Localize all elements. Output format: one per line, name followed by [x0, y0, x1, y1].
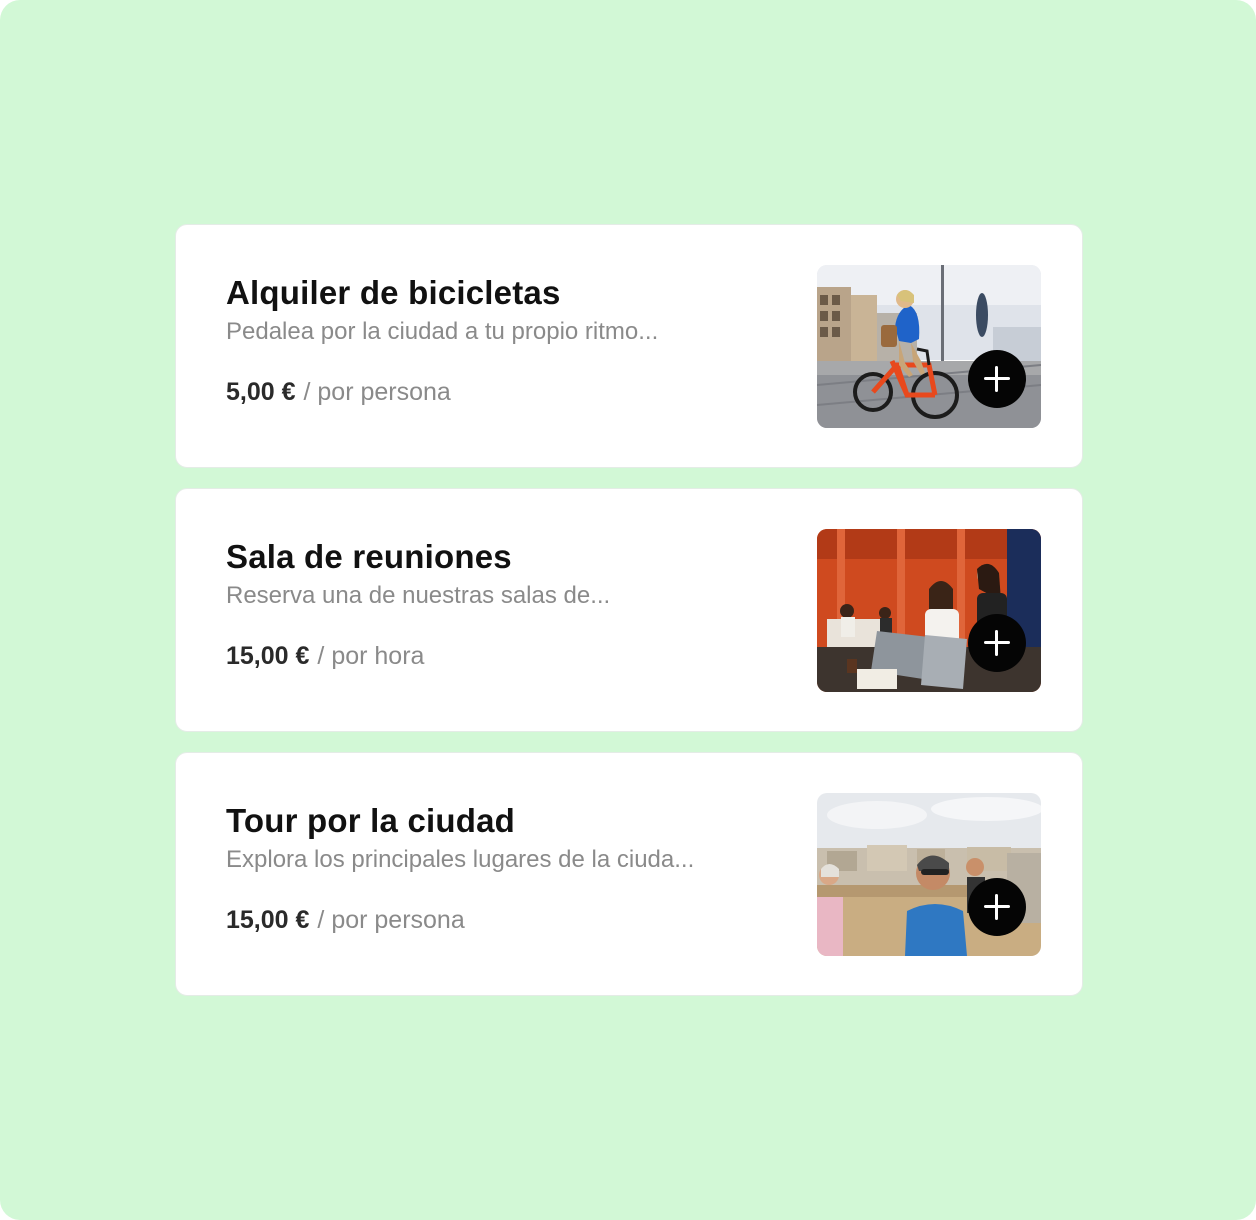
card-price-unit: / por persona [303, 378, 451, 406]
add-meeting-room-button[interactable] [968, 614, 1026, 672]
card-price: 15,00 € [226, 642, 310, 670]
card-price-row: 15,00 € / por hora [226, 641, 786, 671]
card-price-unit: / por persona [317, 906, 465, 934]
card-text: Sala de reuniones Reserva una de nuestra… [226, 537, 786, 671]
card-description: Pedalea por la ciudad a tu propio ritmo.… [226, 318, 659, 345]
card-price: 5,00 € [226, 378, 296, 406]
service-card-bicycle-rental[interactable]: Alquiler de bicicletas Pedalea por la ci… [175, 224, 1083, 468]
card-description: Reserva una de nuestras salas de... [226, 582, 611, 609]
card-title: Sala de reuniones [226, 538, 512, 575]
service-card-city-tour[interactable]: Tour por la ciudad Explora los principal… [175, 752, 1083, 996]
card-price-row: 5,00 € / por persona [226, 377, 786, 407]
card-text: Alquiler de bicicletas Pedalea por la ci… [226, 273, 786, 407]
add-bicycle-rental-button[interactable] [968, 350, 1026, 408]
card-price: 15,00 € [226, 906, 310, 934]
card-title: Tour por la ciudad [226, 802, 515, 839]
card-price-row: 15,00 € / por persona [226, 905, 786, 935]
card-text: Tour por la ciudad Explora los principal… [226, 801, 786, 935]
page-background: Alquiler de bicicletas Pedalea por la ci… [0, 0, 1256, 1220]
card-title: Alquiler de bicicletas [226, 274, 561, 311]
card-description: Explora los principales lugares de la ci… [226, 846, 695, 873]
add-city-tour-button[interactable] [968, 878, 1026, 936]
service-card-meeting-room[interactable]: Sala de reuniones Reserva una de nuestra… [175, 488, 1083, 732]
card-price-unit: / por hora [317, 642, 425, 670]
